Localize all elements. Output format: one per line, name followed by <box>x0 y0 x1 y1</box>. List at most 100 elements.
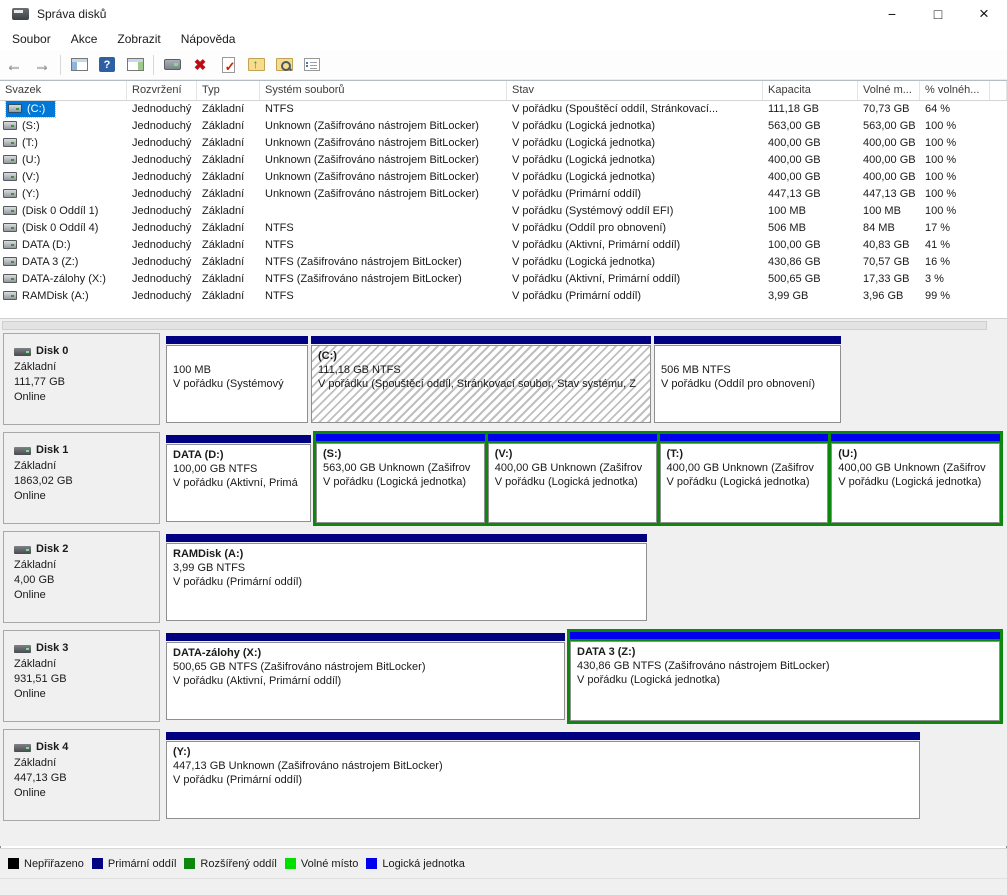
toolbar-separator <box>153 55 154 75</box>
menu-soubor[interactable]: Soubor <box>2 30 61 48</box>
maximize-button[interactable]: □ <box>915 0 961 28</box>
primary-partition-bar <box>166 534 647 542</box>
bottom-strip <box>0 878 1007 895</box>
disk-row-1: Disk 1 Základní 1863,02 GB Online DATA (… <box>0 431 1007 526</box>
primary-swatch <box>92 858 103 869</box>
primary-partition-bar <box>166 633 565 641</box>
volume-icon <box>3 121 17 130</box>
volume-icon <box>3 138 17 147</box>
table-row-t[interactable]: (T:) Jednoduchý Základní Unknown (Zašifr… <box>0 135 1007 152</box>
partition-v[interactable]: (V:) 400,00 GB Unknown (Zašifrov V pořád… <box>488 434 657 523</box>
col-header-system-souboru[interactable]: Systém souborů <box>260 81 507 100</box>
table-header: Svazek Rozvržení Typ Systém souborů Stav… <box>0 81 1007 101</box>
disk-3-info[interactable]: Disk 3 Základní 931,51 GB Online <box>3 630 160 722</box>
volume-icon <box>3 206 17 215</box>
menu-bar: Soubor Akce Zobrazit Nápověda <box>0 28 1007 50</box>
menu-napoveda[interactable]: Nápověda <box>171 30 246 48</box>
table-row-c[interactable]: (C:) Jednoduchý Základní NTFS V pořádku … <box>0 101 1007 118</box>
extended-partition-disk1: (S:) 563,00 GB Unknown (Zašifrov V pořád… <box>313 431 1003 526</box>
col-header-typ[interactable]: Typ <box>197 81 260 100</box>
disk-1-info[interactable]: Disk 1 Základní 1863,02 GB Online <box>3 432 160 524</box>
partition-c[interactable]: (C:) 111,18 GB NTFS V pořádku (Spouštěcí… <box>311 336 651 423</box>
partition-data3-z[interactable]: DATA 3 (Z:) 430,86 GB NTFS (Zašifrováno … <box>570 632 1000 721</box>
partition-ramdisk-a[interactable]: RAMDisk (A:) 3,99 GB NTFS V pořádku (Pri… <box>166 534 647 621</box>
table-row-data-d[interactable]: DATA (D:) Jednoduchý Základní NTFS V poř… <box>0 237 1007 254</box>
toolbar-separator <box>60 55 61 75</box>
volume-icon <box>3 257 17 266</box>
disk-row-2: Disk 2 Základní 4,00 GB Online RAMDisk (… <box>0 530 1007 625</box>
extended-swatch <box>184 858 195 869</box>
disk-4-info[interactable]: Disk 4 Základní 447,13 GB Online <box>3 729 160 821</box>
primary-partition-bar <box>166 435 311 443</box>
logical-partition-bar <box>660 434 829 441</box>
col-header-svazek[interactable]: Svazek <box>0 81 127 100</box>
primary-partition-bar <box>311 336 651 344</box>
logical-partition-bar <box>488 434 657 441</box>
delete-icon[interactable]: ✖ <box>187 53 213 77</box>
disk-screen-icon[interactable] <box>159 53 185 77</box>
volume-table: Svazek Rozvržení Typ Systém souborů Stav… <box>0 80 1007 318</box>
folder-up-icon[interactable] <box>243 53 269 77</box>
disk-row-4: Disk 4 Základní 447,13 GB Online (Y:) 44… <box>0 728 1007 823</box>
col-header-stav[interactable]: Stav <box>507 81 763 100</box>
col-header-rozvrzeni[interactable]: Rozvržení <box>127 81 197 100</box>
legend-extended: Rozšířený oddíl <box>184 858 276 870</box>
forward-icon[interactable]: → <box>29 53 55 77</box>
window-title: Správa disků <box>37 7 106 21</box>
table-row-v[interactable]: (V:) Jednoduchý Základní Unknown (Zašifr… <box>0 169 1007 186</box>
disk-icon <box>14 447 31 455</box>
show-action-pane-icon[interactable] <box>122 53 148 77</box>
col-header-volne-misto[interactable]: Volné m... <box>858 81 920 100</box>
legend-free-space: Volné místo <box>285 858 358 870</box>
table-row-data3-z[interactable]: DATA 3 (Z:) Jednoduchý Základní NTFS (Za… <box>0 254 1007 271</box>
scrollbar-thumb[interactable] <box>2 321 987 330</box>
unallocated-swatch <box>8 858 19 869</box>
table-row-s[interactable]: (S:) Jednoduchý Základní Unknown (Zašifr… <box>0 118 1007 135</box>
partition-u[interactable]: (U:) 400,00 GB Unknown (Zašifrov V pořád… <box>831 434 1000 523</box>
disk-icon <box>14 348 31 356</box>
show-console-tree-icon[interactable] <box>66 53 92 77</box>
partition-efi[interactable]: 100 MB V pořádku (Systémový <box>166 336 308 423</box>
menu-zobrazit[interactable]: Zobrazit <box>107 30 170 48</box>
selected-volume: (C:) <box>6 101 55 117</box>
disk-icon <box>14 744 31 752</box>
folder-search-icon[interactable] <box>271 53 297 77</box>
check-document-icon[interactable] <box>215 53 241 77</box>
minimize-button[interactable]: − <box>869 0 915 28</box>
disk-0-info[interactable]: Disk 0 Základní 111,77 GB Online <box>3 333 160 425</box>
volume-icon <box>3 189 17 198</box>
table-row-disk0-oddil4[interactable]: (Disk 0 Oddíl 4) Jednoduchý Základní NTF… <box>0 220 1007 237</box>
col-header-procent-volneho[interactable]: % volnéh... <box>920 81 990 100</box>
disk-row-0: Disk 0 Základní 111,77 GB Online 100 MB … <box>0 332 1007 427</box>
menu-akce[interactable]: Akce <box>61 30 108 48</box>
partition-data-zalohy-x[interactable]: DATA-zálohy (X:) 500,65 GB NTFS (Zašifro… <box>166 633 565 720</box>
volume-icon <box>3 240 17 249</box>
partition-t[interactable]: (T:) 400,00 GB Unknown (Zašifrov V pořád… <box>660 434 829 523</box>
disk-2-info[interactable]: Disk 2 Základní 4,00 GB Online <box>3 531 160 623</box>
table-row-u[interactable]: (U:) Jednoduchý Základní Unknown (Zašifr… <box>0 152 1007 169</box>
logical-partition-bar <box>570 632 1000 639</box>
disk-icon <box>14 645 31 653</box>
logical-partition-bar <box>831 434 1000 441</box>
help-icon[interactable]: ? <box>94 53 120 77</box>
horizontal-scrollbar[interactable] <box>0 318 1007 331</box>
table-row-ramdisk-a[interactable]: RAMDisk (A:) Jednoduchý Základní NTFS V … <box>0 288 1007 305</box>
app-icon <box>12 8 29 20</box>
table-row-y[interactable]: (Y:) Jednoduchý Základní Unknown (Zašifr… <box>0 186 1007 203</box>
disk-graphic-pane: Disk 0 Základní 111,77 GB Online 100 MB … <box>0 331 1007 846</box>
legend-primary: Primární oddíl <box>92 858 176 870</box>
legend-logical: Logická jednotka <box>366 858 465 870</box>
partition-data-d[interactable]: DATA (D:) 100,00 GB NTFS V pořádku (Akti… <box>166 435 311 522</box>
col-header-kapacita[interactable]: Kapacita <box>763 81 858 100</box>
properties-list-icon[interactable] <box>299 53 325 77</box>
partition-s[interactable]: (S:) 563,00 GB Unknown (Zašifrov V pořád… <box>316 434 485 523</box>
title-bar: Správa disků − □ × <box>0 0 1007 28</box>
close-button[interactable]: × <box>961 0 1007 28</box>
table-row-data-zalohy-x[interactable]: DATA-zálohy (X:) Jednoduchý Základní NTF… <box>0 271 1007 288</box>
disk-row-3: Disk 3 Základní 931,51 GB Online DATA-zá… <box>0 629 1007 724</box>
partition-y[interactable]: (Y:) 447,13 GB Unknown (Zašifrováno nást… <box>166 732 920 819</box>
volume-icon <box>8 104 22 113</box>
back-icon[interactable]: ← <box>1 53 27 77</box>
table-row-disk0-oddil1[interactable]: (Disk 0 Oddíl 1) Jednoduchý Základní V p… <box>0 203 1007 220</box>
partition-recovery[interactable]: 506 MB NTFS V pořádku (Oddíl pro obnoven… <box>654 336 841 423</box>
